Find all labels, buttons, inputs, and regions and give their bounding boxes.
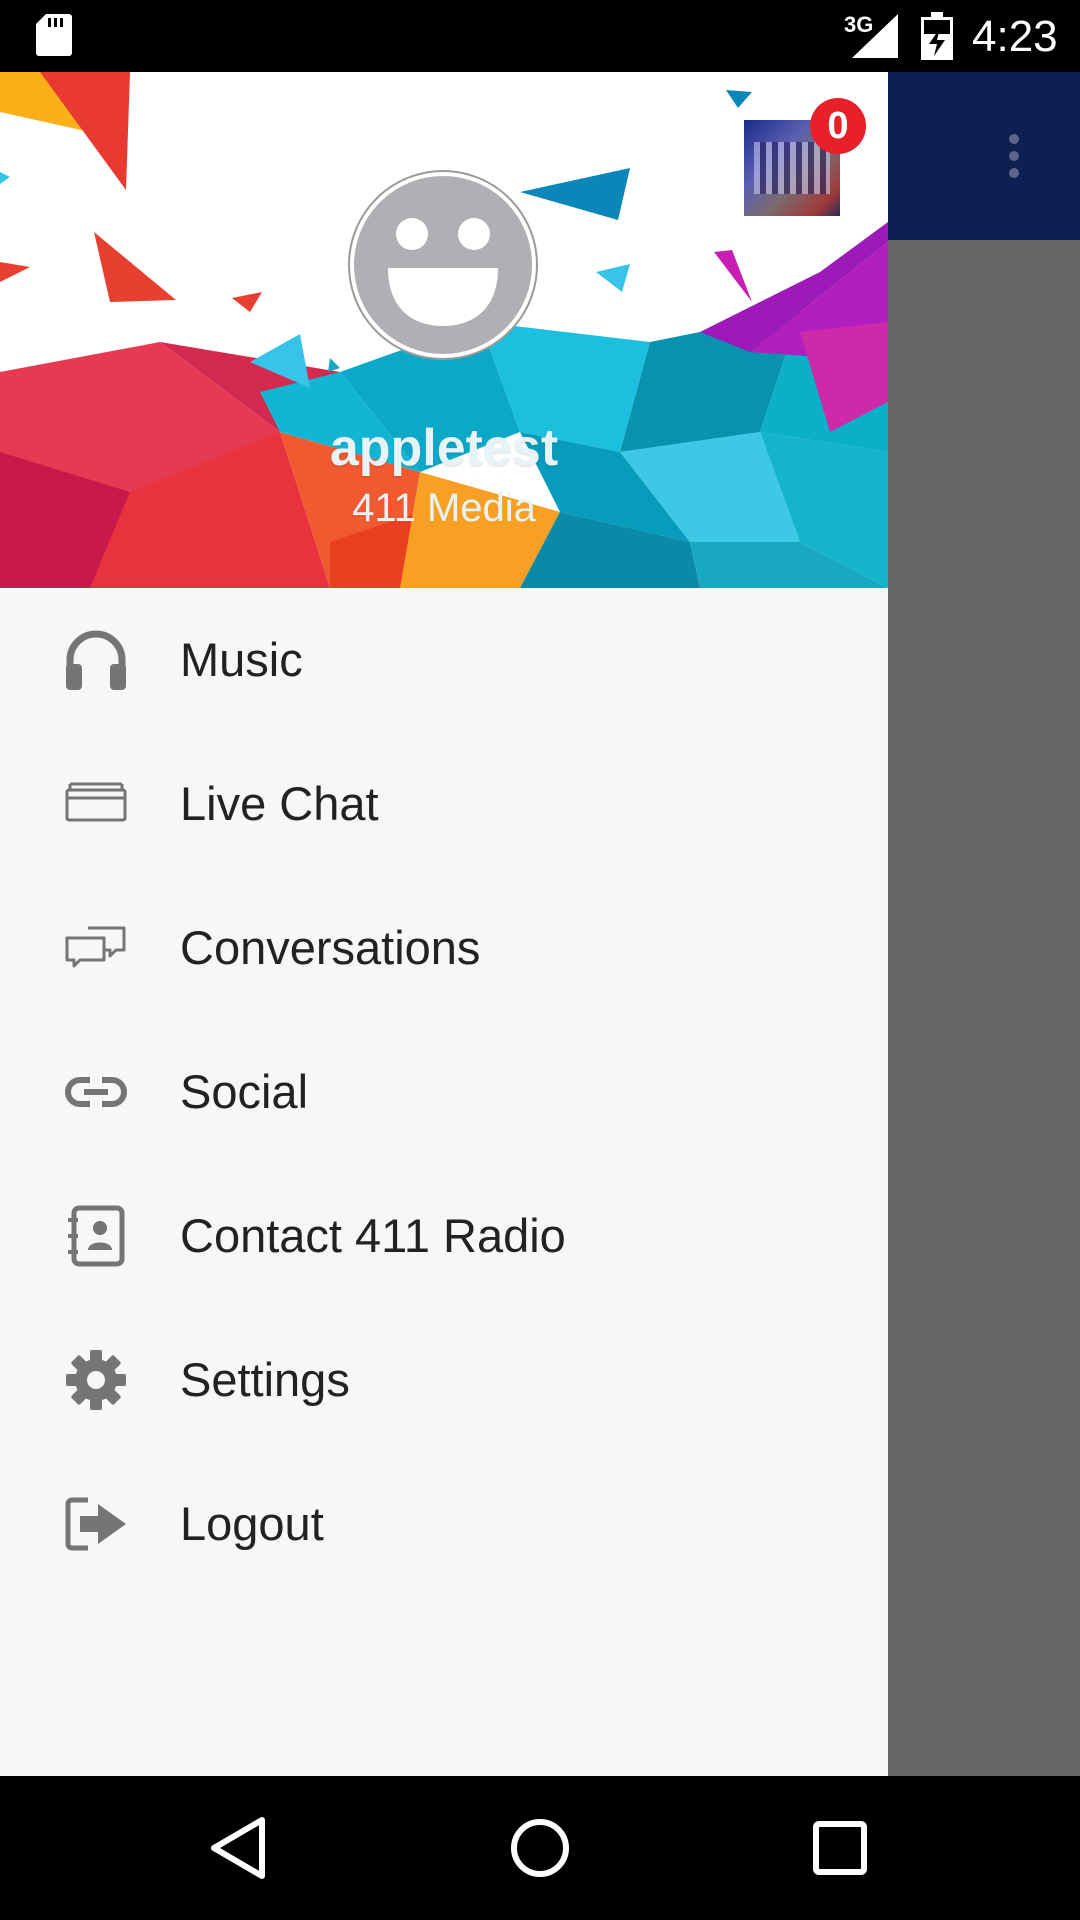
- menu-item-label: Contact 411 Radio: [180, 1209, 566, 1262]
- menu-item-label: Music: [180, 633, 303, 686]
- overflow-dot: [1009, 151, 1019, 161]
- menu-item-social[interactable]: Social: [0, 1020, 888, 1164]
- drawer-header: appletest 411 Media 0: [0, 72, 888, 588]
- battery-charging-icon: [921, 12, 953, 60]
- signal-icon: [852, 14, 898, 58]
- user-name: appletest: [329, 419, 559, 477]
- menu-item-label: Logout: [180, 1497, 324, 1550]
- menu-item-label: Conversations: [180, 921, 481, 974]
- avatar[interactable]: [350, 172, 536, 358]
- user-subtitle: 411 Media: [352, 486, 536, 530]
- chat-window-icon: [65, 782, 127, 822]
- overflow-menu-button[interactable]: [990, 120, 1038, 192]
- drawer-menu: Music Live Chat Conversations Social Con…: [0, 588, 888, 1596]
- contact-book-icon: [68, 1205, 125, 1267]
- back-icon[interactable]: [200, 1808, 280, 1888]
- conversations-icon: [65, 926, 126, 968]
- menu-item-logout[interactable]: Logout: [0, 1452, 888, 1596]
- home-icon[interactable]: [500, 1808, 580, 1888]
- gear-icon: [66, 1350, 126, 1410]
- menu-item-label: Live Chat: [180, 777, 379, 830]
- menu-item-label: Social: [180, 1065, 309, 1118]
- menu-item-live-chat[interactable]: Live Chat: [0, 732, 888, 876]
- link-icon: [65, 1077, 127, 1107]
- menu-item-conversations[interactable]: Conversations: [0, 876, 888, 1020]
- menu-item-contact[interactable]: Contact 411 Radio: [0, 1164, 888, 1308]
- sd-card-icon: [36, 14, 72, 56]
- logout-icon: [65, 1497, 126, 1551]
- menu-item-label: Settings: [180, 1353, 350, 1406]
- system-navigation-bar: [0, 1776, 1080, 1920]
- menu-item-music[interactable]: Music: [0, 588, 888, 732]
- clock: 4:23: [972, 12, 1058, 61]
- overflow-dot: [1009, 134, 1019, 144]
- navigation-drawer: appletest 411 Media 0 Music Live Chat Co…: [0, 72, 888, 1776]
- menu-item-settings[interactable]: Settings: [0, 1308, 888, 1452]
- overflow-dot: [1009, 168, 1019, 178]
- smiley-avatar-icon: [388, 218, 498, 326]
- notification-badge: 0: [810, 98, 866, 154]
- recents-icon[interactable]: [800, 1808, 880, 1888]
- status-bar: 3G 4:23: [0, 0, 1080, 72]
- headphones-icon: [66, 630, 126, 690]
